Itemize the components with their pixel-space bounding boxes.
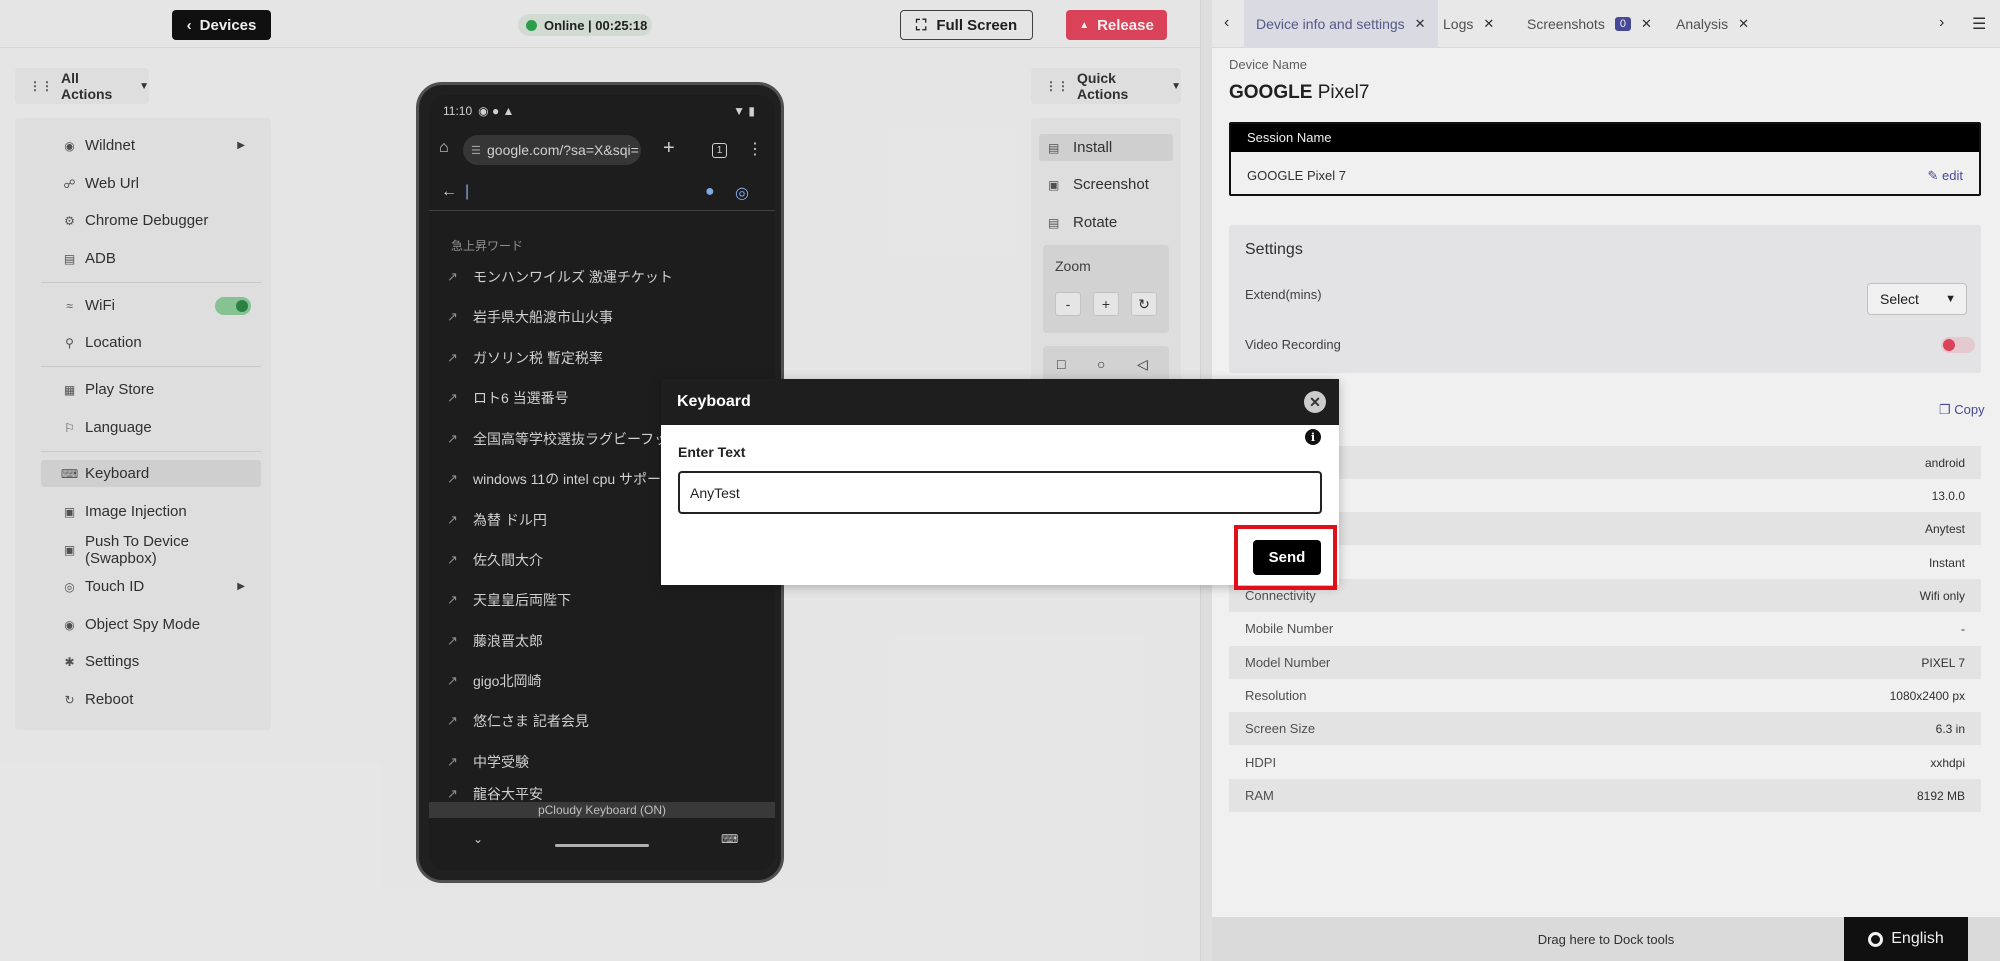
close-icon[interactable]: ✕	[1304, 391, 1326, 413]
info-icon[interactable]: i	[1305, 429, 1321, 445]
dialog-header: Keyboard	[661, 379, 1339, 425]
send-button[interactable]: Send	[1253, 540, 1321, 575]
dialog-title: Keyboard	[677, 393, 751, 410]
enter-text-label: Enter Text	[678, 444, 746, 460]
text-input[interactable]	[678, 471, 1322, 514]
